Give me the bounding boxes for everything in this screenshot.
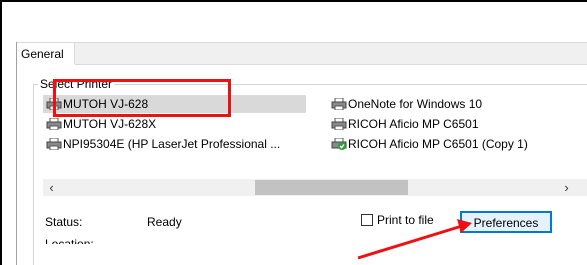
dialog-edge bbox=[16, 42, 17, 265]
printer-item[interactable]: OneNote for Windows 10 bbox=[328, 95, 482, 113]
printer-name: MUTOH VJ-628X bbox=[63, 117, 157, 131]
status-label: Status: bbox=[45, 215, 83, 229]
scroll-right-arrow[interactable]: › bbox=[558, 179, 575, 196]
printer-item[interactable]: RICOH Aficio MP C6501 (Copy 1) bbox=[328, 135, 528, 153]
printer-name: NPI95304E (HP LaserJet Professional ... bbox=[63, 137, 281, 151]
printer-icon bbox=[331, 98, 347, 110]
printer-name: RICOH Aficio MP C6501 (Copy 1) bbox=[348, 137, 528, 151]
printer-item[interactable]: NPI95304E (HP LaserJet Professional ... bbox=[43, 135, 280, 153]
printer-icon bbox=[331, 118, 347, 130]
preferences-button[interactable]: Preferences bbox=[460, 211, 552, 233]
horizontal-scrollbar[interactable]: ‹ › bbox=[43, 179, 587, 196]
location-label-partial: Location: bbox=[45, 238, 94, 244]
tab-general-label: General bbox=[21, 47, 64, 61]
printer-default-icon bbox=[331, 138, 347, 150]
tab-general[interactable]: General bbox=[17, 42, 75, 64]
print-to-file-checkbox[interactable] bbox=[361, 214, 373, 226]
annotation-highlight-box bbox=[53, 79, 231, 117]
printer-name: OneNote for Windows 10 bbox=[348, 97, 483, 111]
printer-icon bbox=[46, 118, 62, 130]
status-value: Ready bbox=[147, 215, 182, 229]
printer-item[interactable]: MUTOH VJ-628X bbox=[43, 115, 156, 133]
printer-name: RICOH Aficio MP C6501 bbox=[348, 117, 479, 131]
tab-strip bbox=[75, 42, 587, 65]
panel-divider bbox=[75, 64, 587, 65]
print-to-file-label: Print to file bbox=[377, 213, 434, 227]
printer-item[interactable]: RICOH Aficio MP C6501 bbox=[328, 115, 479, 133]
scrollbar-thumb[interactable] bbox=[255, 180, 408, 195]
printer-icon bbox=[46, 138, 62, 150]
scroll-left-arrow[interactable]: ‹ bbox=[43, 179, 60, 196]
